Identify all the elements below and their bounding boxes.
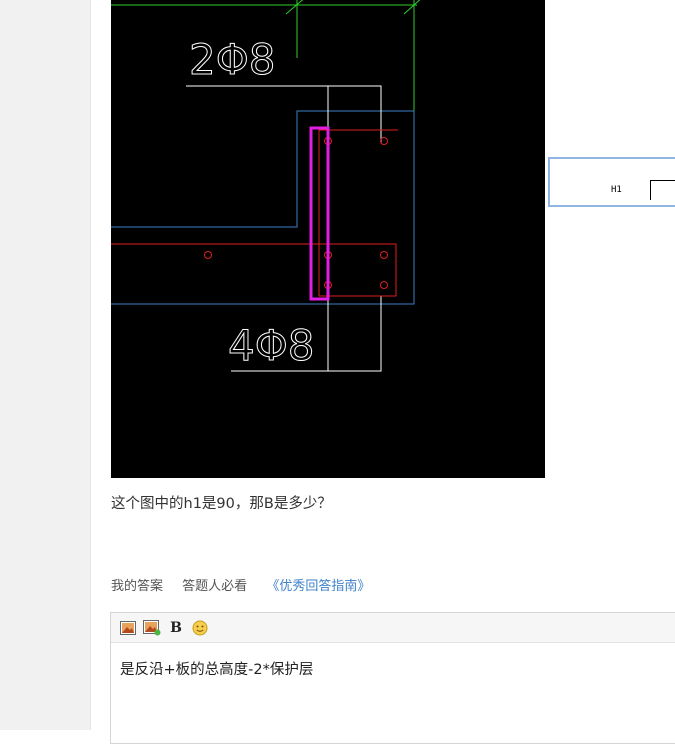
insert-local-image-button[interactable] [143,619,161,637]
emoji-button[interactable] [191,619,209,637]
image-icon [120,620,136,635]
smiley-icon [192,620,208,635]
bottom-rebar-label: 4Φ8 [228,321,315,370]
thumb-shape [650,180,675,200]
question-text: 这个图中的h1是90，那B是多少？ [111,496,332,512]
guide-link[interactable]: 《优秀回答指南》 [266,579,370,594]
red-rebar-lines [111,129,398,297]
top-rebar-label: 2Φ8 [189,35,276,84]
answer-editor[interactable]: B 是反沿+板的总高度-2*保护层 [110,612,675,744]
cad-drawing-image: 2Φ8 4Φ8 [111,0,545,478]
answer-nav: 我的答案 答题人必看 《优秀回答指南》 [111,575,385,594]
side-thumbnail-image[interactable]: H1 [548,157,675,207]
insert-image-button[interactable] [119,619,137,637]
bold-button[interactable]: B [167,619,185,637]
editor-toolbar: B [111,613,675,643]
left-rail [0,0,91,730]
thumb-label: H1 [611,185,622,195]
my-answer-label: 我的答案 [111,579,164,594]
blue-section-outline [111,110,415,305]
must-read-label: 答题人必看 [182,579,248,594]
editor-content[interactable]: 是反沿+板的总高度-2*保护层 [111,643,675,694]
image-upload-icon [143,619,161,635]
